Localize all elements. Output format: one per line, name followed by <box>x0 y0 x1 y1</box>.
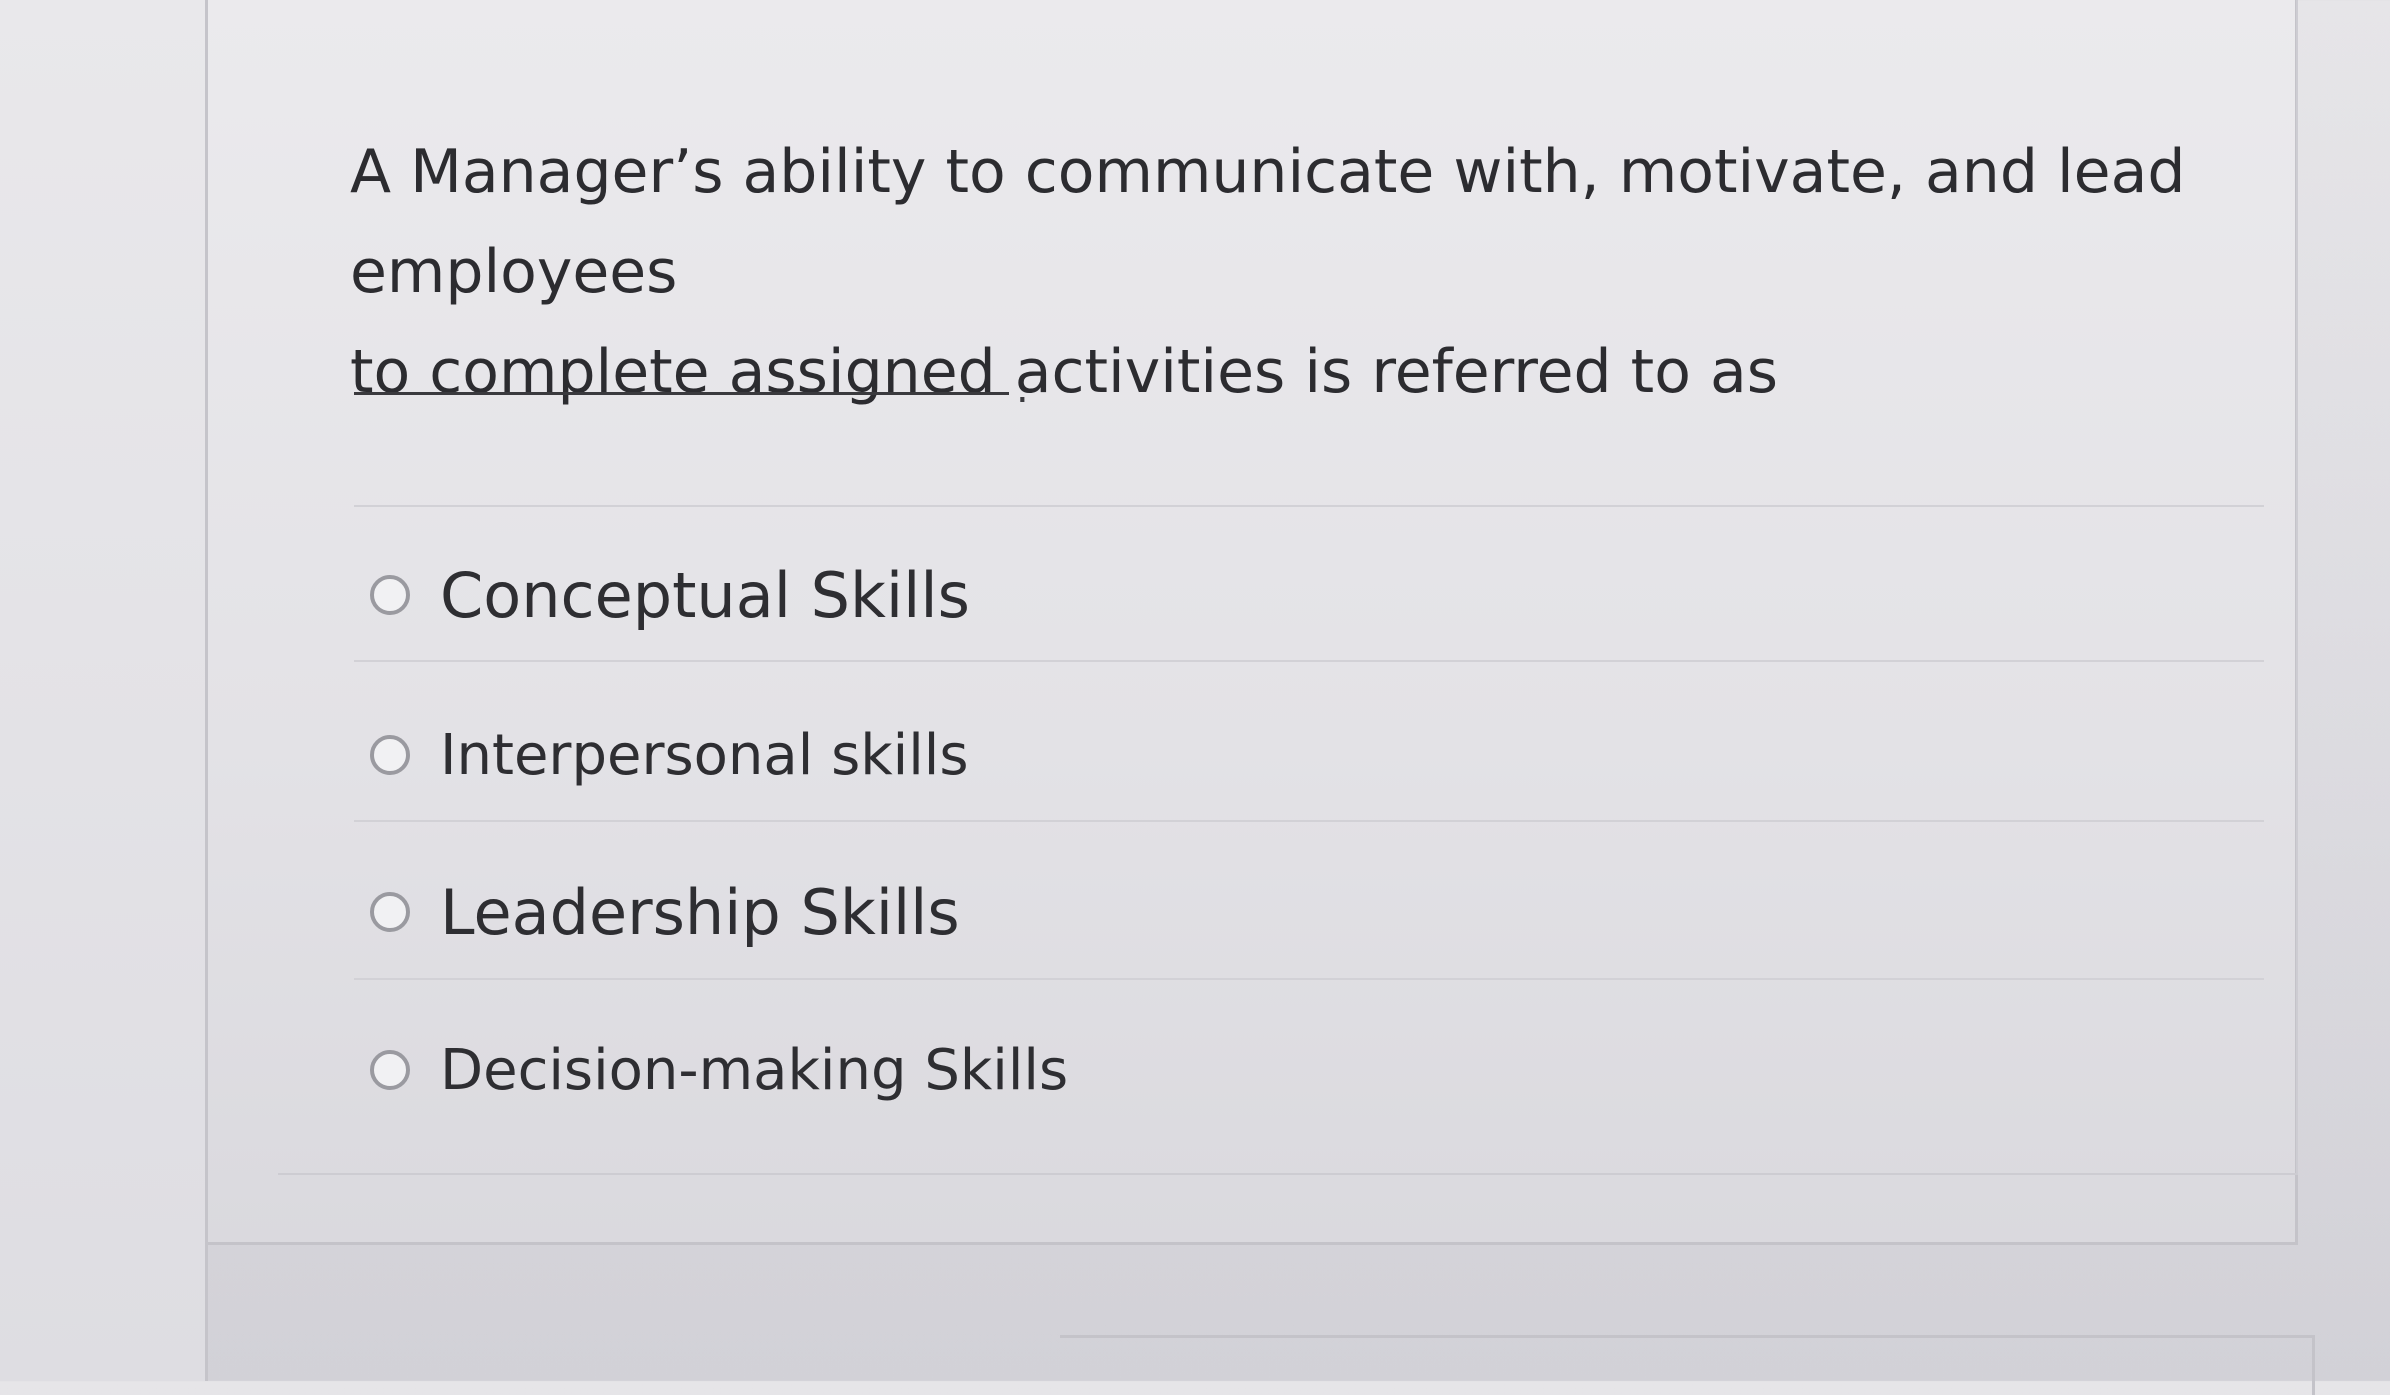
option-label: Conceptual Skills <box>440 558 970 632</box>
option-interpersonal-skills[interactable]: Interpersonal skills <box>370 705 969 805</box>
option-decision-making-skills[interactable]: Decision-making Skills <box>370 1020 1068 1120</box>
option-divider <box>354 660 2264 662</box>
options-divider-top <box>354 505 2264 507</box>
radio-button-icon[interactable] <box>370 575 410 615</box>
option-conceptual-skills[interactable]: Conceptual Skills <box>370 545 970 645</box>
option-divider <box>354 820 2264 822</box>
question-line-2: to complete assigned activities is refer… <box>350 337 1779 407</box>
question-text: A Manager’s ability to communicate with,… <box>350 122 2270 422</box>
radio-button-icon[interactable] <box>370 1050 410 1090</box>
next-question-panel <box>1060 1335 2315 1395</box>
option-label: Leadership Skills <box>440 875 960 949</box>
radio-button-icon[interactable] <box>370 735 410 775</box>
blank-period: . <box>1016 366 1029 412</box>
radio-button-icon[interactable] <box>370 892 410 932</box>
option-label: Interpersonal skills <box>440 722 969 788</box>
question-line-1: A Manager’s ability to communicate with,… <box>350 137 2186 307</box>
option-label: Decision-making Skills <box>440 1037 1069 1103</box>
question-card: A Manager’s ability to communicate with,… <box>278 0 2298 1175</box>
option-divider <box>354 978 2264 980</box>
question-panel: A Manager’s ability to communicate with,… <box>208 0 2298 1245</box>
answer-blank <box>354 392 1009 395</box>
option-leadership-skills[interactable]: Leadership Skills <box>370 862 960 962</box>
page-margin <box>0 0 208 1381</box>
